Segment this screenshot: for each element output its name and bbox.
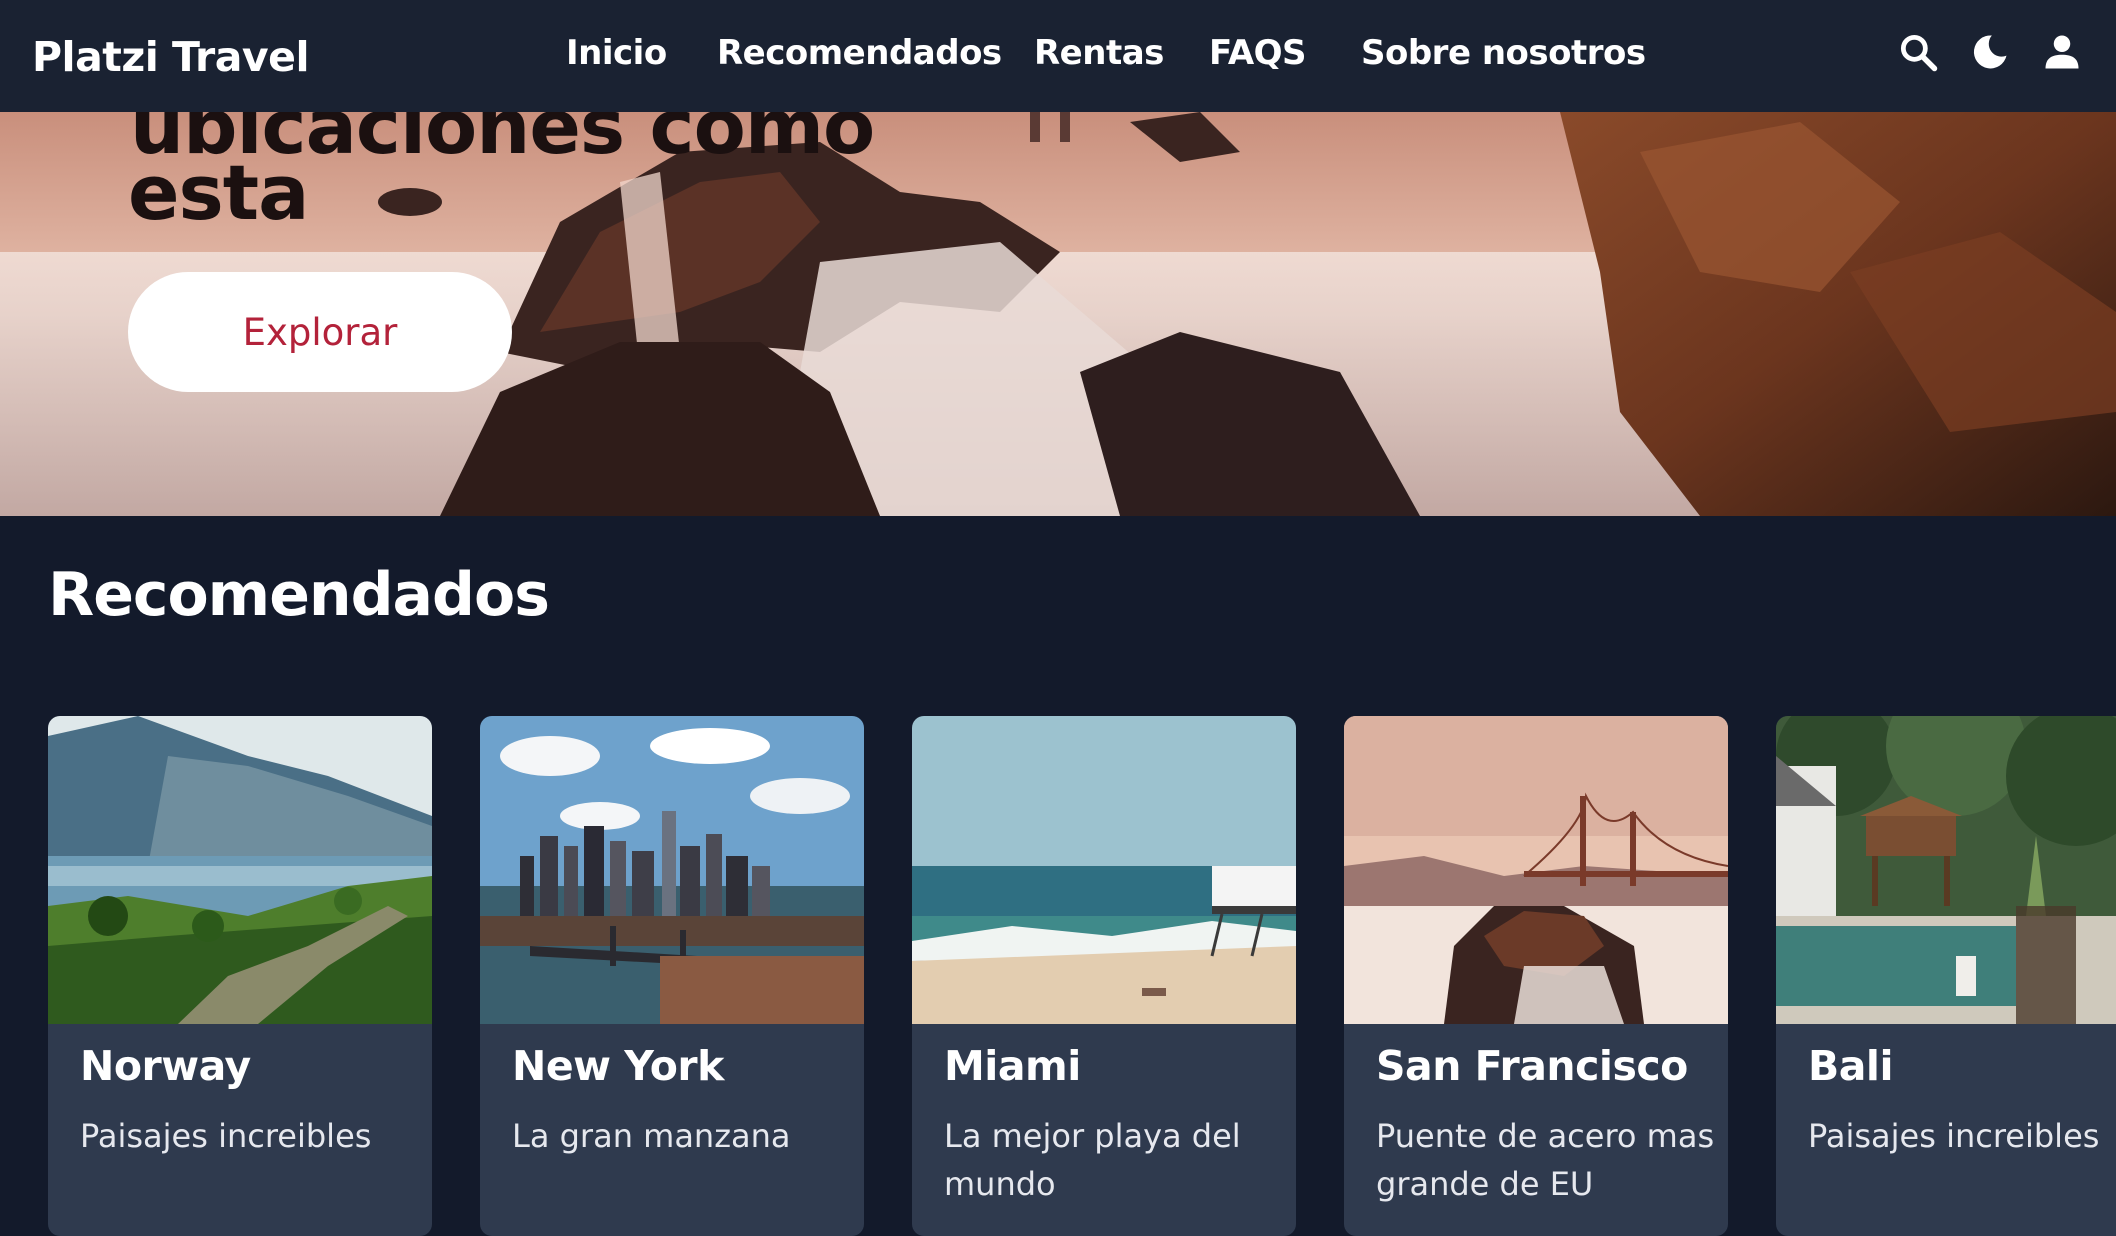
card-title: Miami — [944, 1042, 1081, 1090]
card-image-san-francisco — [1344, 716, 1728, 1024]
navbar: Platzi Travel Inicio Recomendados Rentas… — [0, 0, 2116, 112]
section-title-recomendados: Recomendados — [48, 560, 550, 630]
nav-link-recomendados[interactable]: Recomendados — [717, 33, 1002, 73]
card-title: Bali — [1808, 1042, 1894, 1090]
nav-link-rentas[interactable]: Rentas — [1034, 33, 1164, 73]
card-image-bali — [1776, 716, 2116, 1024]
card-image-norway — [48, 716, 432, 1024]
hero-banner: ubicaciones como esta Explorar — [0, 112, 2116, 516]
destination-card-bali[interactable]: Bali Paisajes increibles — [1776, 716, 2116, 1236]
nav-link-inicio[interactable]: Inicio — [566, 33, 667, 73]
card-title: New York — [512, 1042, 724, 1090]
card-description: Paisajes increibles — [80, 1117, 372, 1155]
card-image-new-york — [480, 716, 864, 1024]
card-description: La gran manzana — [512, 1117, 791, 1155]
destination-card-san-francisco[interactable]: San Francisco Puente de acero mas grande… — [1344, 716, 1728, 1236]
destination-card-norway[interactable]: Norway Paisajes increibles — [48, 716, 432, 1236]
card-description: Puente de acero mas grande de EU — [1376, 1117, 1715, 1203]
card-description: La mejor playa del mundo — [944, 1117, 1241, 1203]
nav-link-sobre-nosotros[interactable]: Sobre nosotros — [1361, 33, 1646, 73]
explore-button[interactable]: Explorar — [128, 272, 512, 392]
hero-title-line-2: esta — [128, 148, 309, 237]
card-title: Norway — [80, 1042, 251, 1090]
user-icon[interactable] — [2040, 30, 2084, 74]
destination-card-miami[interactable]: Miami La mejor playa del mundo — [912, 716, 1296, 1236]
nav-link-faqs[interactable]: FAQS — [1209, 33, 1307, 73]
moon-icon[interactable] — [1968, 30, 2012, 74]
brand-logo[interactable]: Platzi Travel — [32, 33, 310, 81]
destination-card-new-york[interactable]: New York La gran manzana — [480, 716, 864, 1236]
card-title: San Francisco — [1376, 1042, 1688, 1090]
card-description: Paisajes increibles — [1808, 1117, 2100, 1155]
card-image-miami — [912, 716, 1296, 1024]
search-icon[interactable] — [1896, 30, 1940, 74]
